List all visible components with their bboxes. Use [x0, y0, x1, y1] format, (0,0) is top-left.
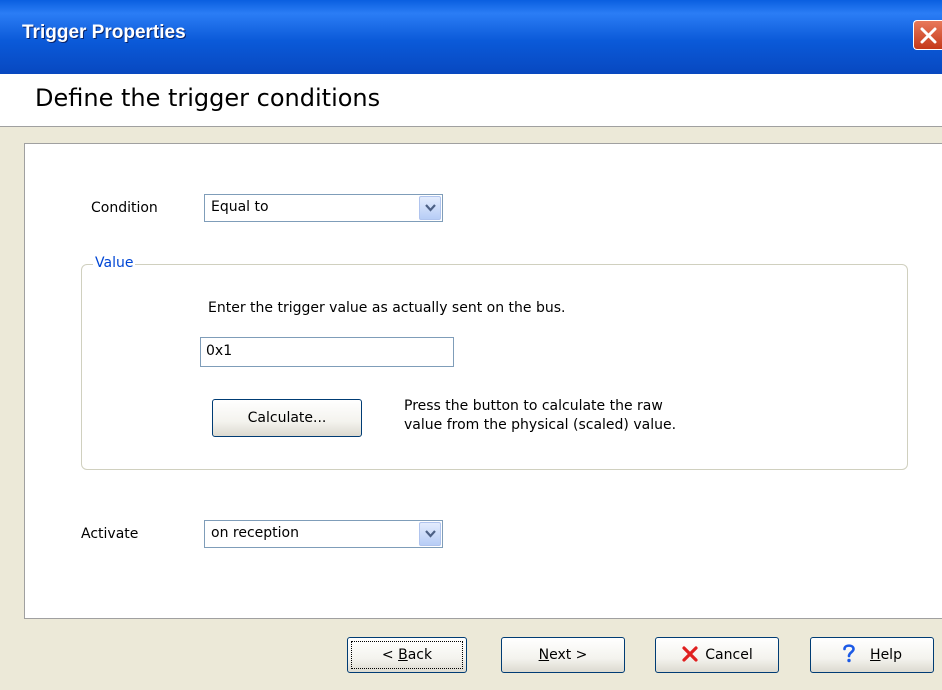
next-button[interactable]: Next > [501, 637, 625, 673]
back-button-rest: ack [407, 647, 433, 663]
next-button-rest: ext > [549, 647, 588, 663]
wizard-header: Define the trigger conditions [0, 74, 942, 127]
back-button[interactable]: < Back [347, 637, 467, 673]
help-button-mnemonic: H [870, 647, 881, 663]
chevron-down-icon [425, 530, 436, 538]
trigger-value-input[interactable]: 0x1 [200, 337, 454, 367]
condition-label: Condition [91, 200, 158, 216]
cancel-button[interactable]: Cancel [655, 637, 779, 673]
back-button-mnemonic: B [398, 647, 408, 663]
value-groupbox: Value Enter the trigger value as actuall… [81, 255, 908, 470]
calculate-hint-line-1: Press the button to calculate the raw [404, 398, 663, 414]
page-title: Define the trigger conditions [35, 84, 381, 112]
calculate-button-label: Calculate... [247, 410, 327, 426]
value-group-legend: Value [93, 255, 136, 271]
help-button-rest: elp [880, 647, 902, 663]
help-button[interactable]: Help [810, 637, 934, 673]
condition-dropdown-arrow[interactable] [419, 196, 441, 220]
activate-selected-value: on reception [211, 525, 299, 541]
close-x-icon [920, 27, 937, 44]
calculate-button[interactable]: Calculate... [212, 399, 362, 437]
condition-selected-value: Equal to [211, 199, 269, 215]
trigger-value-text: 0x1 [206, 343, 233, 359]
calculate-hint-line-2: value from the physical (scaled) value. [404, 417, 677, 433]
activate-label: Activate [81, 526, 139, 542]
chevron-down-icon [425, 204, 436, 212]
question-mark-icon [843, 644, 855, 663]
close-button[interactable] [913, 20, 942, 50]
title-bar[interactable]: Trigger Properties [0, 0, 942, 74]
window-title: Trigger Properties [22, 22, 186, 43]
content-panel: Condition Equal to Value Enter the trigg… [24, 143, 942, 619]
red-x-icon [682, 645, 698, 662]
activate-dropdown[interactable]: on reception [204, 520, 443, 548]
value-instruction: Enter the trigger value as actually sent… [208, 300, 566, 316]
activate-dropdown-arrow[interactable] [419, 522, 441, 546]
cancel-button-label: Cancel [705, 647, 753, 663]
condition-dropdown[interactable]: Equal to [204, 194, 443, 222]
next-button-mnemonic: N [538, 647, 550, 663]
back-button-prefix: < [381, 647, 399, 663]
